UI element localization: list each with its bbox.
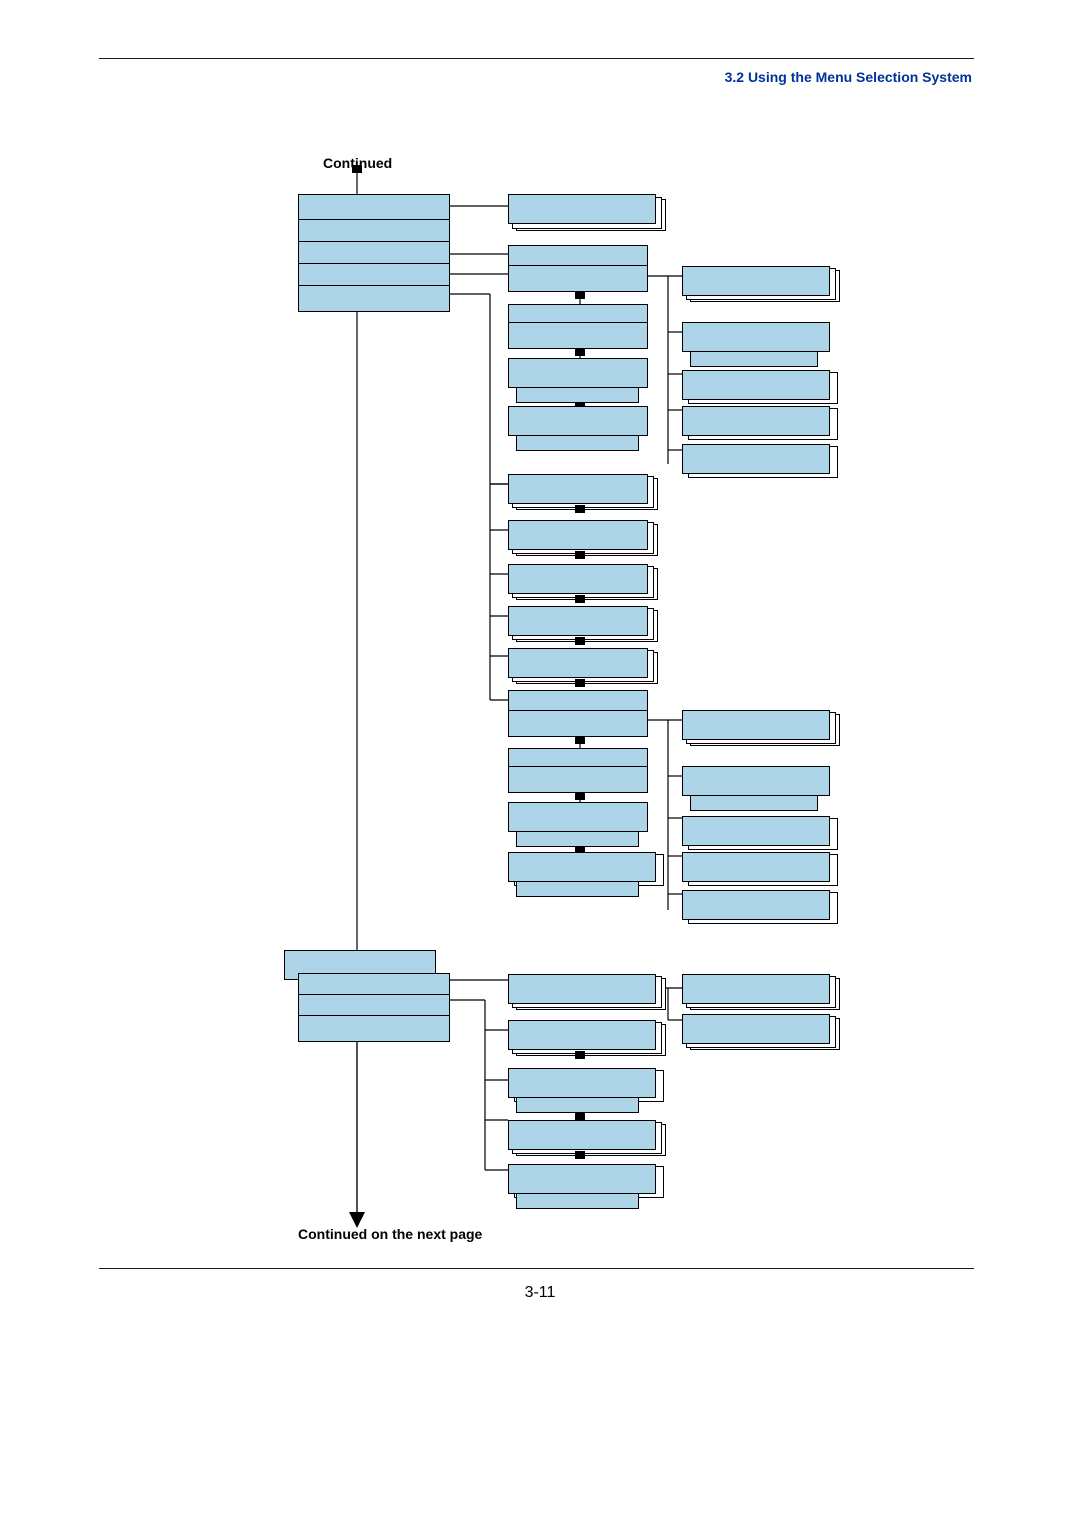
submenu-kcgl-pen: >KC-GL Pen > Adjust Pen (1) — [508, 974, 656, 1004]
submenu-print-kpdl-errs-2: >Print KPDL errs Off — [508, 1164, 656, 1194]
submenu-data-bits: >Data Bits 8 — [508, 520, 648, 550]
submenu-pen-width: >>Pen(1) Width 01 dot(s) — [682, 974, 830, 1004]
submenu-ip-address-2: >>IP Address000.000.000.000 — [682, 816, 830, 846]
submenu-protocol: >Protocol DTR (pos.)&XON — [508, 648, 648, 678]
submenu-baud-rate: >Baud Rate 9600 — [508, 474, 648, 504]
submenu-alt-emulation: >Alt. Emulation PCL 6 — [508, 1120, 656, 1150]
submenu-stop-bits: >Stop Bits 1 — [508, 564, 648, 594]
submenu-ethertalk-2: >EtherTalk Off — [508, 802, 648, 832]
submenu-opt-statuspage-off: Off — [516, 881, 639, 897]
submenu-network-status-on: Page On — [516, 435, 639, 451]
submenu-netware-frame-2: >>NetWare Frame Auto — [682, 710, 830, 740]
submenu-opt-statuspage: >Opt. StatusPage On — [508, 852, 656, 882]
submenu-netware-on: >NetWare > On — [508, 265, 648, 292]
submenu-dhcp-2: >>DHCP Off — [682, 766, 830, 796]
submenu-print-kpdl-errs-2-on: On — [516, 1193, 639, 1209]
submenu-gateway-2: >>Gateway000.000.000.000 — [682, 890, 830, 920]
continued-label-bottom: Continued on the next page — [298, 1226, 482, 1242]
submenu-netware-on-2: >NetWare > On — [508, 710, 648, 737]
submenu-print-kpdl-errs: >Print KPDL errs Off — [508, 1068, 656, 1098]
submenu-kcgl-pageset: >KC-GL Page Set [SPSZ] — [508, 1020, 656, 1050]
submenu-pen-color: >>Pen(1) Color Black — [682, 1014, 830, 1044]
page-number: 3-11 — [0, 1284, 1080, 1302]
menu-emulation-kpdl-auto: Emulation > KPDL (AUTO) — [298, 1015, 450, 1042]
submenu-subnet-mask-2: >>Subnet Mask000.000.000.000 — [682, 852, 830, 882]
submenu-ethertalk: >EtherTalk Off — [508, 358, 648, 388]
submenu-dhcp: >>DHCP Off — [682, 322, 830, 352]
submenu-dhcp-2-on: On — [690, 795, 818, 811]
submenu-parallel-if: >Parallel I/F Nibble (high) — [508, 194, 656, 224]
submenu-gateway: >>Gateway000.000.000.000 — [682, 444, 830, 474]
submenu-print-kpdl-errs-on: On — [516, 1097, 639, 1113]
submenu-subnet-mask: >>Subnet Mask000.000.000.000 — [682, 406, 830, 436]
menu-interface-option: Interface > Option — [298, 285, 450, 312]
submenu-netware-frame: >>NetWare Frame Auto — [682, 266, 830, 296]
submenu-parity: >Parity None — [508, 606, 648, 636]
submenu-network-status: >Network Status Page Off — [508, 406, 648, 436]
submenu-tcpip-on-2: >TCP/IP > On — [508, 766, 648, 793]
submenu-ethertalk-on: On — [516, 387, 639, 403]
submenu-dhcp-on: On — [690, 351, 818, 367]
submenu-ip-address: >>IP Address000.000.000.000 — [682, 370, 830, 400]
submenu-ethertalk-2-on: On — [516, 831, 639, 847]
submenu-tcpip-on: >TCP/IP > On — [508, 322, 648, 349]
